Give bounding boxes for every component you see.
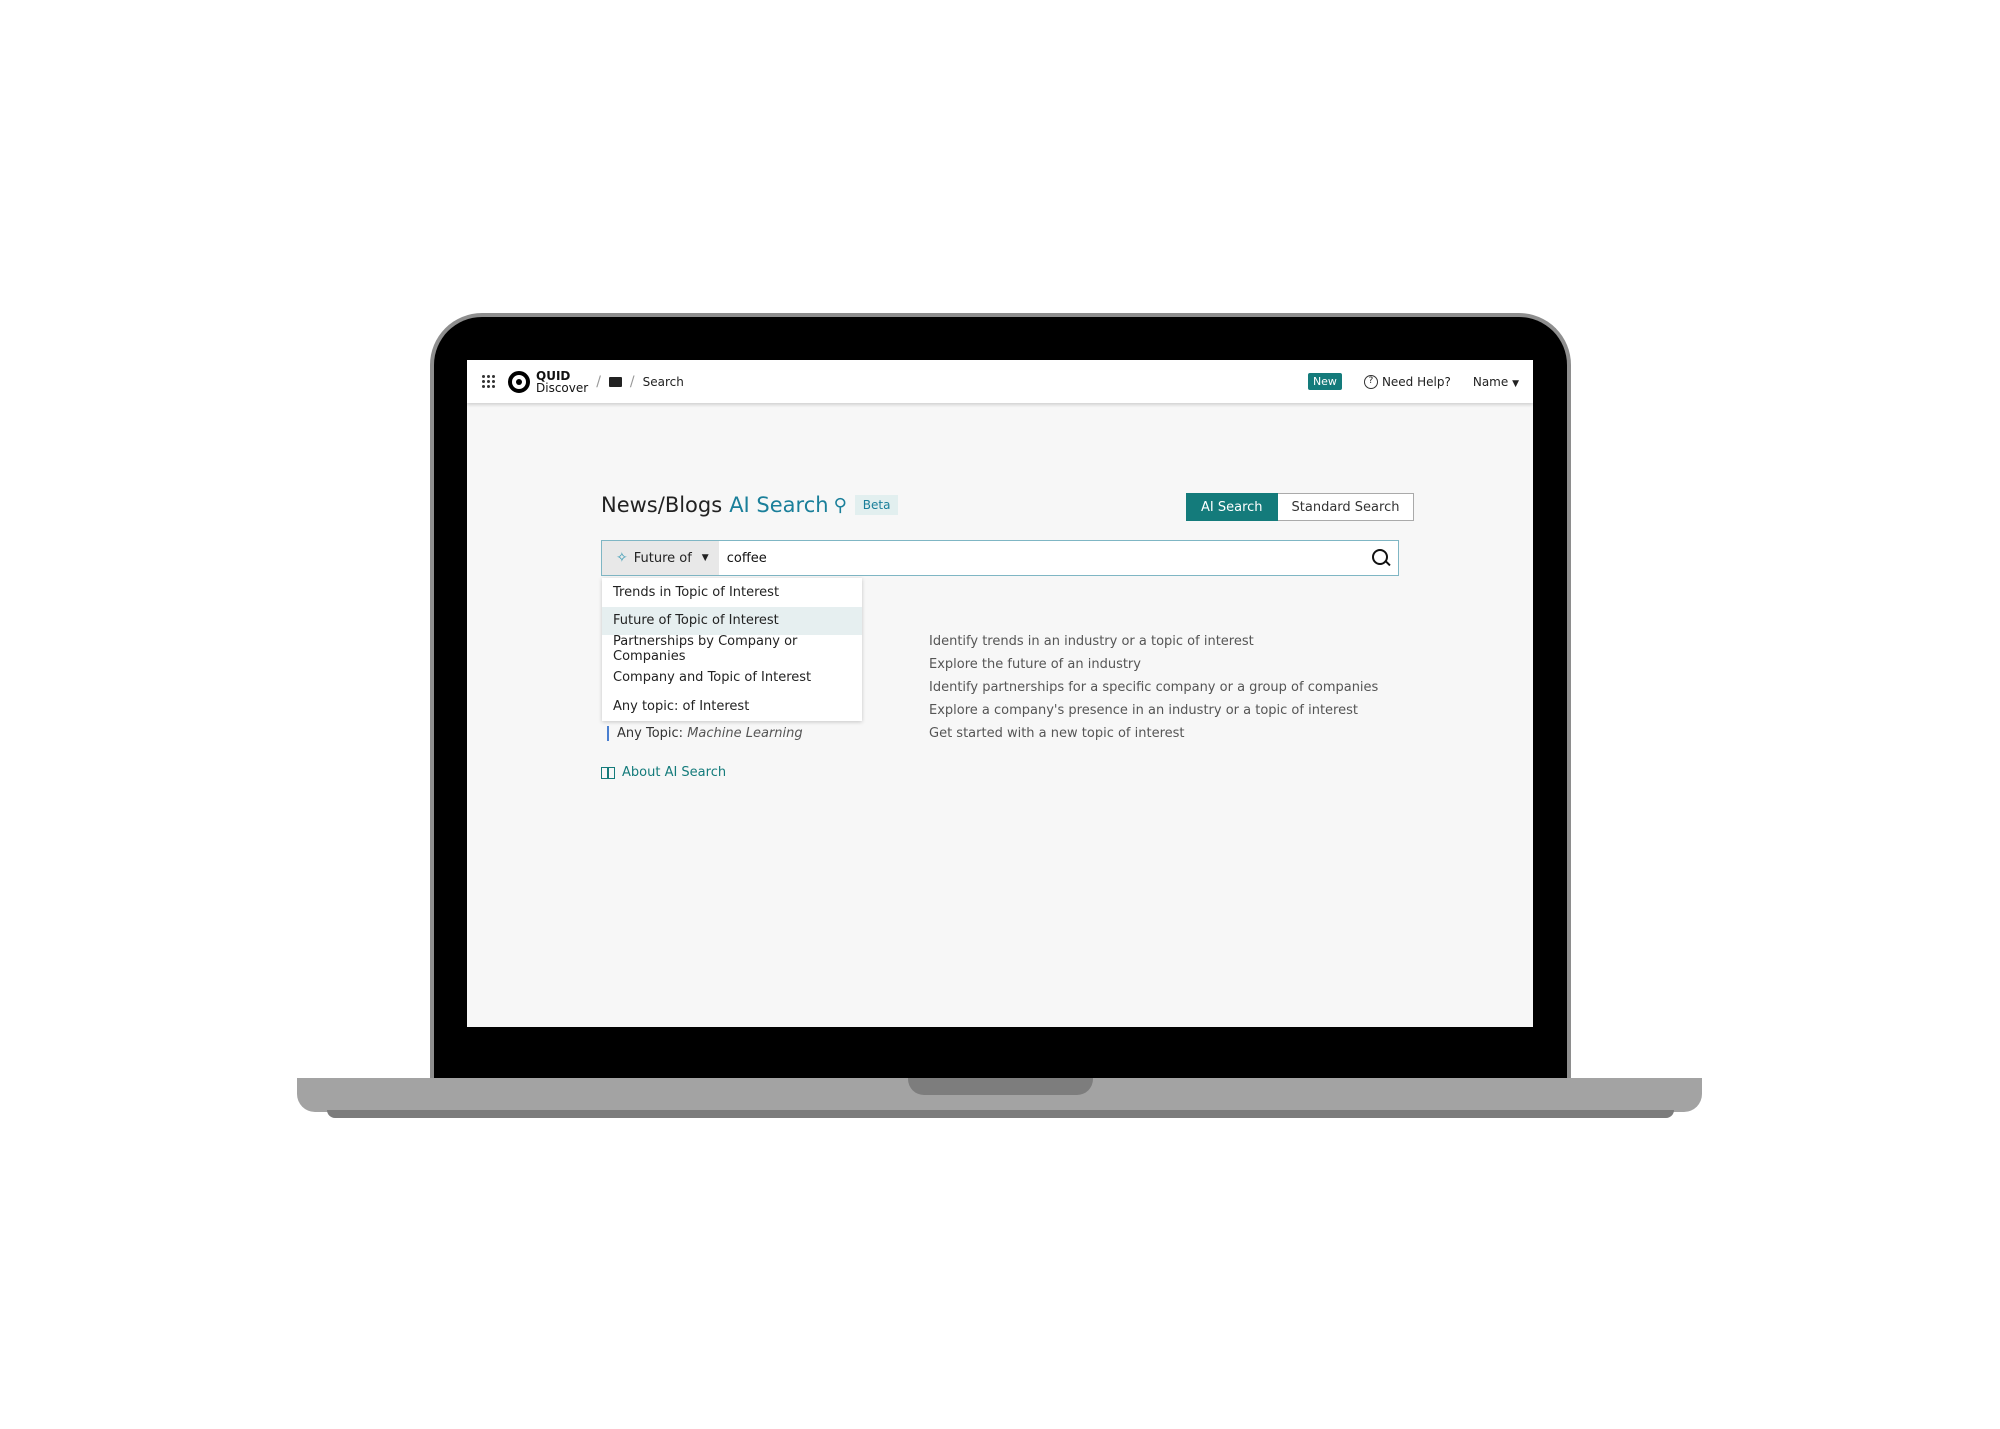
menu-item-future[interactable]: Future of Topic of Interest: [602, 606, 862, 635]
query-type-label: Future of: [633, 550, 692, 566]
caret-down-icon: ▼: [701, 553, 709, 563]
book-icon: [601, 766, 615, 779]
example-any-topic[interactable]: Any Topic: Machine Learning: [607, 726, 803, 741]
user-menu[interactable]: Name ▼: [1473, 375, 1519, 389]
user-name: Name: [1472, 374, 1509, 389]
menu-item-company-topic[interactable]: Company and Topic of Interest: [602, 664, 862, 693]
breadcrumb-separator: /: [596, 373, 601, 390]
search-input[interactable]: coffee: [727, 551, 1372, 566]
caret-down-icon: ▼: [1512, 378, 1519, 389]
menu-item-partnerships[interactable]: Partnerships by Company or Companies: [602, 634, 862, 664]
ai-search-button[interactable]: AI Search: [1186, 493, 1278, 521]
new-badge[interactable]: New: [1307, 373, 1342, 390]
quid-logo[interactable]: QUID Discover: [508, 370, 588, 394]
description-company-topic: Explore a company's presence in an indus…: [929, 703, 1358, 718]
page-title-text: News/Blogs: [601, 493, 723, 517]
query-type-dropdown[interactable]: ✧ Future of ▼: [602, 541, 719, 575]
query-type-menu: Trends in Topic of Interest Future of To…: [602, 578, 862, 721]
top-navigation: QUID Discover / / Search New ? Need Help? …: [467, 360, 1533, 403]
beta-badge: Beta: [854, 495, 899, 515]
need-help-label: Need Help?: [1381, 374, 1451, 389]
standard-search-button[interactable]: Standard Search: [1277, 493, 1415, 521]
description-trends: Identify trends in an industry or a topi…: [929, 634, 1254, 649]
about-ai-search-link[interactable]: About AI Search: [601, 765, 726, 780]
question-circle-icon: ?: [1363, 374, 1378, 389]
breadcrumb-separator: /: [629, 373, 635, 390]
example-label: Any Topic:: [617, 726, 684, 741]
need-help-button[interactable]: ? Need Help?: [1363, 374, 1451, 389]
about-ai-search-label: About AI Search: [622, 765, 727, 780]
menu-item-any-topic[interactable]: Any topic: of Interest: [602, 692, 862, 721]
ai-sparkle-search-icon: ⚲: [833, 494, 847, 516]
page-title: News/Blogs AI Search ⚲ Beta: [601, 493, 899, 517]
laptop-notch: [908, 1078, 1093, 1095]
menu-item-trends[interactable]: Trends in Topic of Interest: [602, 578, 862, 607]
logo-line1: QUID: [536, 368, 571, 383]
search-mode-toggle: AI Search Standard Search: [1186, 493, 1415, 521]
search-icon[interactable]: [1372, 549, 1390, 567]
sparkle-icon: ✧: [616, 550, 628, 566]
folder-icon[interactable]: [608, 376, 622, 387]
example-value: Machine Learning: [687, 726, 803, 741]
logo-line2: Discover: [536, 380, 589, 395]
laptop-base-shadow: [327, 1110, 1674, 1118]
screen: QUID Discover / / Search New ? Need Help? …: [467, 360, 1533, 1027]
breadcrumb-current: Search: [642, 374, 684, 389]
quid-logo-icon: [508, 370, 530, 393]
search-bar: ✧ Future of ▼ coffee: [601, 540, 1399, 576]
apps-grid-icon[interactable]: [482, 374, 496, 389]
description-any-topic: Get started with a new topic of interest: [929, 726, 1185, 741]
description-future: Explore the future of an industry: [929, 657, 1141, 672]
description-partnerships: Identify partnerships for a specific com…: [929, 680, 1379, 695]
ai-search-title: AI Search: [729, 493, 829, 517]
